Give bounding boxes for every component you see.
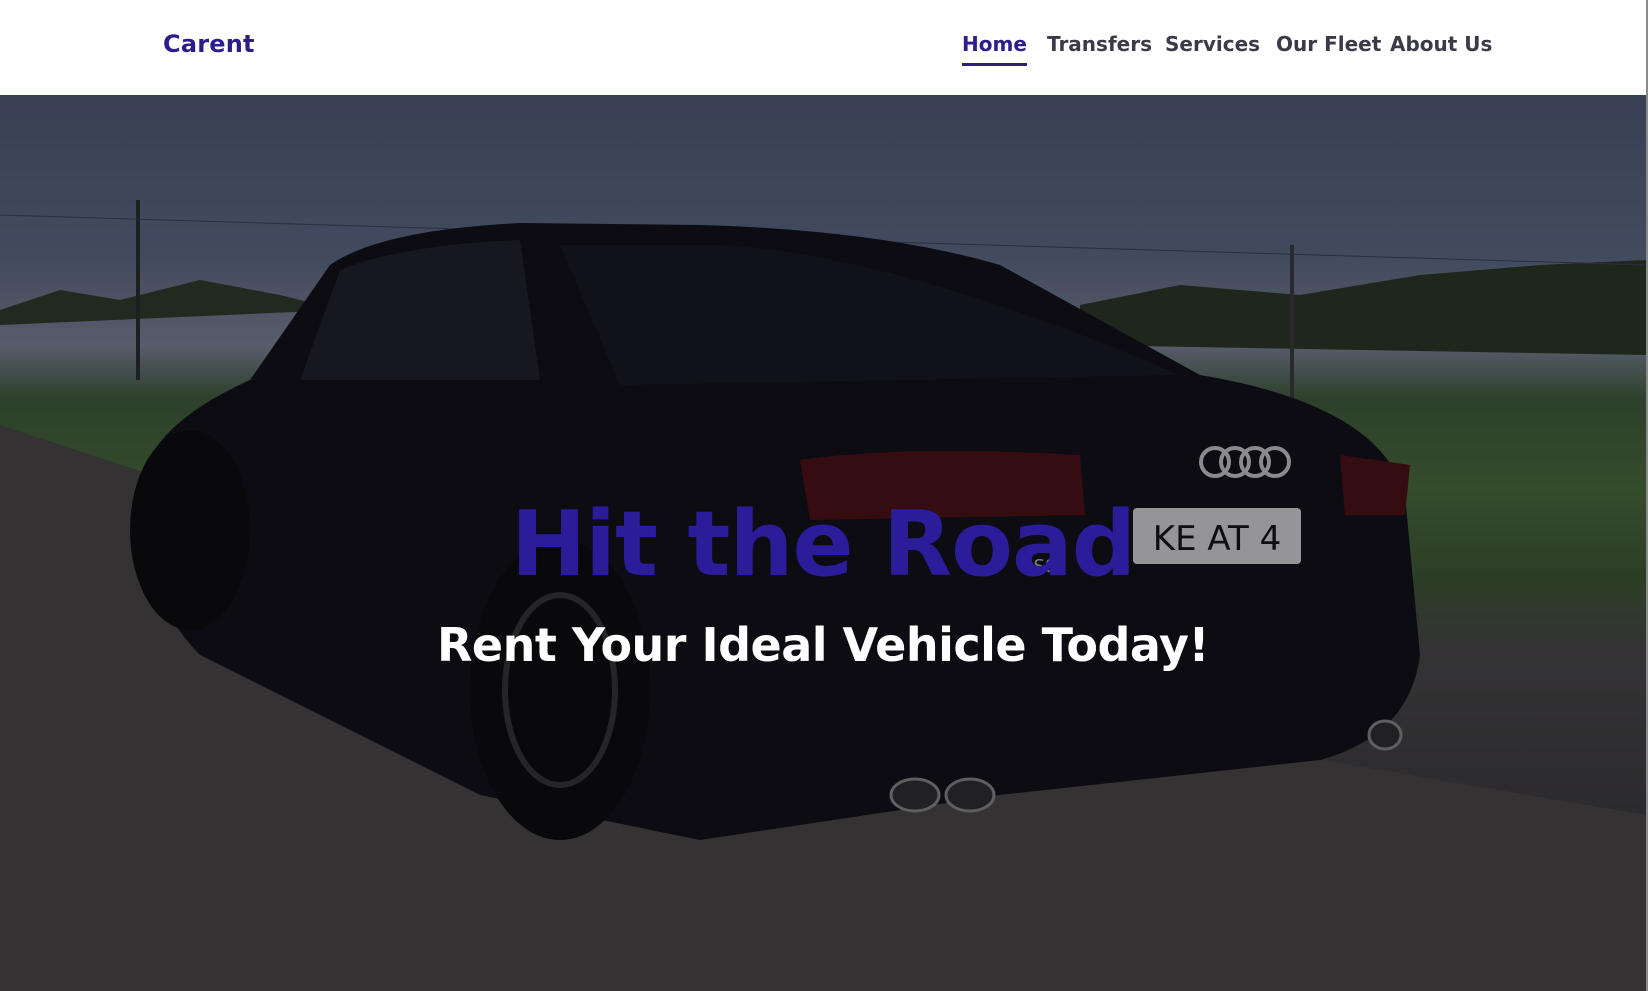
hero-title: Hit the Road bbox=[510, 492, 1136, 597]
nav-link-transfers[interactable]: Transfers bbox=[1047, 30, 1152, 58]
hero-section: KE AT 4 S8 Hit the Road Rent Your Ideal … bbox=[0, 95, 1646, 991]
nav-link-home[interactable]: Home bbox=[962, 30, 1027, 66]
brand-logo[interactable]: Carent bbox=[163, 30, 255, 58]
nav-link-services[interactable]: Services bbox=[1165, 30, 1260, 58]
navbar: Carent Home Transfers Services Our Fleet… bbox=[0, 0, 1648, 95]
nav-link-our-fleet[interactable]: Our Fleet bbox=[1276, 30, 1381, 58]
nav-link-about-us[interactable]: About Us bbox=[1390, 30, 1492, 58]
hero-subtitle: Rent Your Ideal Vehicle Today! bbox=[436, 618, 1210, 672]
